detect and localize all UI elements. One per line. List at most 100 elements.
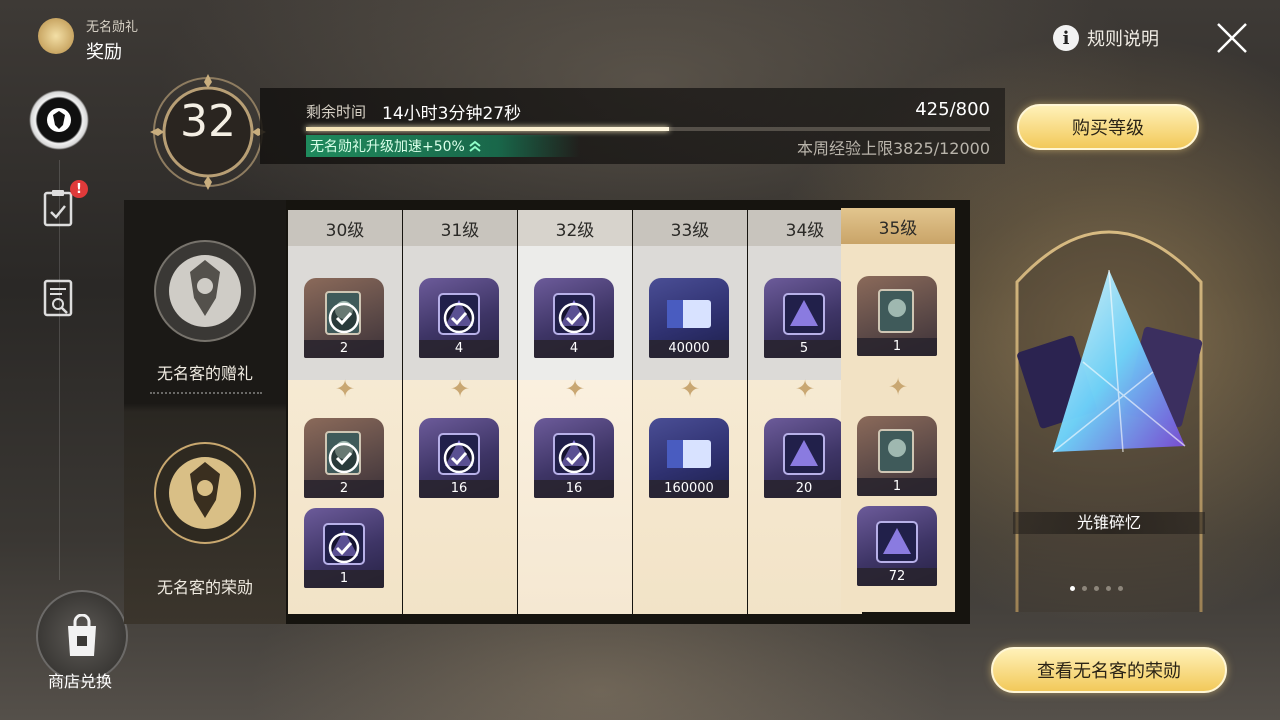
rules-label: 规则说明 (1087, 29, 1159, 50)
reward-quantity: 4 (534, 340, 614, 358)
reward-quantity: 72 (857, 568, 937, 586)
level-header: 33级 (633, 210, 747, 246)
reward-quantity: 40000 (649, 340, 729, 358)
close-icon[interactable] (1212, 18, 1252, 58)
page-dot[interactable] (1082, 586, 1087, 591)
free-reward-item[interactable]: 4 (419, 278, 499, 358)
free-reward-item[interactable]: 40000 (649, 278, 729, 358)
missions-clipboard-icon[interactable] (42, 188, 74, 228)
reward-quantity: 16 (534, 480, 614, 498)
reward-quantity: 1 (857, 478, 937, 496)
reward-quantity: 160000 (649, 480, 729, 498)
claimed-check-icon (558, 302, 590, 334)
reward-quantity: 1 (304, 570, 384, 588)
paid-reward-item[interactable]: 72 (857, 506, 937, 586)
paid-reward-item[interactable]: 2 (304, 418, 384, 498)
reward-item-icon (667, 440, 711, 468)
featured-reward-name: 光锥碎忆 (1013, 512, 1205, 534)
header-subtitle: 无名勋礼 (86, 20, 139, 35)
showcase-pagination[interactable] (1070, 586, 1123, 591)
paid-reward-item[interactable]: 1 (304, 508, 384, 588)
time-remaining-value: 14小时3分钟27秒 (382, 104, 522, 124)
claimed-check-icon (443, 302, 475, 334)
boost-text: 无名勋礼升级加速+50% (310, 139, 465, 155)
pass-emblem-icon (47, 108, 71, 132)
page-title: 奖励 (86, 42, 122, 63)
reward-quantity: 4 (419, 340, 499, 358)
free-reward-item[interactable]: 1 (857, 276, 937, 356)
compass-star-icon: ✦ (449, 375, 471, 403)
nav-pass-tab[interactable] (27, 88, 91, 152)
page-dot[interactable] (1070, 586, 1075, 591)
level-label: 31级 (440, 220, 480, 241)
reward-quantity: 5 (764, 340, 844, 358)
premium-track-label: 无名客的荣勋 (156, 578, 253, 597)
compass-star-icon: ✦ (334, 375, 356, 403)
shop-exchange-label: 商店兑换 (47, 672, 112, 691)
level-label: 32级 (555, 220, 595, 241)
view-premium-track-button[interactable]: 查看无名客的荣勋 (991, 647, 1227, 693)
free-reward-item[interactable]: 4 (534, 278, 614, 358)
level-label: 34级 (785, 220, 825, 241)
page-dot[interactable] (1094, 586, 1099, 591)
level-column: 35级 ✦ 1 1 72 (841, 208, 955, 612)
level-label: 35级 (878, 218, 918, 239)
current-level: 32 (180, 96, 236, 147)
reward-quantity: 2 (304, 340, 384, 358)
level-header: 32级 (518, 210, 632, 246)
level-label: 33级 (670, 220, 710, 241)
level-header: 31级 (403, 210, 517, 246)
search-document-icon[interactable] (42, 278, 74, 318)
featured-reward-showcase[interactable] (1013, 212, 1205, 616)
level-header: 35级 (841, 208, 955, 244)
reward-item-icon (878, 429, 914, 473)
claimed-check-icon (558, 442, 590, 474)
missions-alert-badge: ! (70, 180, 88, 198)
paid-reward-item[interactable]: 160000 (649, 418, 729, 498)
reward-quantity: 2 (304, 480, 384, 498)
reward-quantity: 1 (857, 338, 937, 356)
boost-banner: 无名勋礼升级加速+50% (306, 135, 580, 157)
compass-star-icon: ✦ (679, 375, 701, 403)
exp-counter: 425/800 (915, 99, 990, 120)
free-reward-item[interactable]: 5 (764, 278, 844, 358)
paid-reward-item[interactable]: 16 (419, 418, 499, 498)
page-dot[interactable] (1106, 586, 1111, 591)
pass-logo-icon (38, 18, 74, 54)
free-reward-item[interactable]: 2 (304, 278, 384, 358)
level-column: 33级 ✦ 40000 160000 (633, 210, 747, 614)
paid-reward-item[interactable]: 20 (764, 418, 844, 498)
reward-item-icon (667, 300, 711, 328)
reward-item-icon (876, 521, 918, 563)
free-track-emblem (154, 240, 256, 342)
exp-bar-fill (306, 127, 669, 131)
reward-item-icon (878, 289, 914, 333)
level-header: 30级 (288, 210, 402, 246)
reward-item-icon (783, 293, 825, 335)
rules-button[interactable]: i 规则说明 (1053, 24, 1159, 52)
reward-item-icon (783, 433, 825, 475)
claimed-check-icon (328, 302, 360, 334)
claimed-check-icon (443, 442, 475, 474)
level-column: 30级 ✦ 2 2 1 (288, 210, 402, 614)
buy-level-button[interactable]: 购买等级 (1017, 104, 1199, 150)
premium-track-emblem (154, 442, 256, 544)
page-dot[interactable] (1118, 586, 1123, 591)
claimed-check-icon (328, 442, 360, 474)
compass-star-icon: ✦ (564, 375, 586, 403)
weekly-exp-cap: 本周经验上限3825/12000 (796, 139, 990, 158)
track-separator (150, 392, 262, 394)
paid-reward-item[interactable]: 1 (857, 416, 937, 496)
info-icon: i (1053, 25, 1079, 51)
claimed-check-icon (328, 532, 360, 564)
double-chevron-up-icon (469, 140, 481, 152)
level-label: 30级 (325, 220, 365, 241)
level-column: 32级 ✦ 4 16 (518, 210, 632, 614)
paid-reward-item[interactable]: 16 (534, 418, 614, 498)
shopping-bag-icon (68, 614, 96, 656)
compass-star-icon: ✦ (794, 375, 816, 403)
compass-star-icon: ✦ (887, 373, 909, 401)
free-track-label: 无名客的赠礼 (156, 364, 253, 383)
reward-quantity: 20 (764, 480, 844, 498)
reward-quantity: 16 (419, 480, 499, 498)
